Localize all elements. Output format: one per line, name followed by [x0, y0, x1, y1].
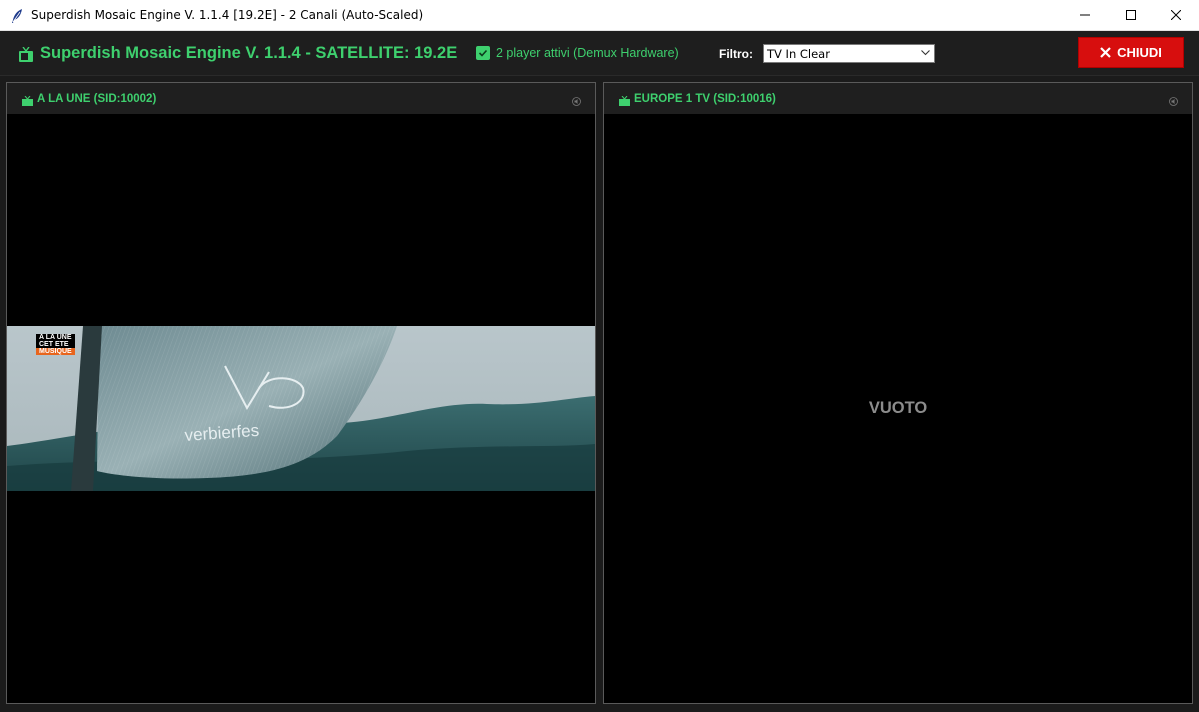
close-icon	[1100, 47, 1111, 58]
audio-icon[interactable]	[572, 97, 581, 106]
channel-title: A LA UNE (SID:10002)	[37, 93, 157, 105]
channel-header: A LA UNE (SID:10002)	[7, 83, 595, 114]
overlay-line-1: A LA UNE	[36, 334, 75, 341]
filter-label: Filtro:	[719, 47, 753, 61]
app-title: Superdish Mosaic Engine V. 1.1.4 - SATEL…	[40, 44, 458, 62]
players-label: 2 player attivi (Demux Hardware)	[496, 46, 679, 60]
window-title-bar[interactable]: Superdish Mosaic Engine V. 1.1.4 [19.2E]…	[0, 0, 1199, 31]
window-title: Superdish Mosaic Engine V. 1.1.4 [19.2E]…	[31, 8, 424, 22]
minimize-button[interactable]	[1062, 0, 1108, 30]
video-frame[interactable]: verbierfes A LA UNE CET ETE MUSIQUE	[7, 326, 595, 491]
close-icon	[1171, 10, 1181, 20]
close-app-button[interactable]: CHIUDI	[1078, 37, 1184, 68]
close-app-label: CHIUDI	[1117, 45, 1162, 60]
maximize-icon	[1126, 10, 1136, 20]
audio-icon[interactable]	[1169, 97, 1178, 106]
chevron-down-icon	[921, 50, 930, 56]
feather-icon	[12, 9, 22, 23]
checkmark-icon	[478, 49, 488, 57]
filter-select[interactable]: TV In Clear	[763, 44, 935, 63]
filter-selected-value: TV In Clear	[767, 47, 830, 61]
app-header: Superdish Mosaic Engine V. 1.1.4 - SATEL…	[0, 31, 1199, 76]
maximize-button[interactable]	[1108, 0, 1154, 30]
empty-channel-label: VUOTO	[868, 399, 928, 417]
channel-logo-overlay: A LA UNE CET ETE MUSIQUE	[36, 334, 75, 355]
channel-header: EUROPE 1 TV (SID:10016)	[604, 83, 1192, 114]
video-image: verbierfes	[7, 326, 595, 491]
overlay-line-3: MUSIQUE	[36, 348, 75, 355]
minimize-icon	[1080, 14, 1090, 16]
channel-title: EUROPE 1 TV (SID:10016)	[634, 93, 776, 105]
tv-icon	[619, 96, 630, 106]
window-close-button[interactable]	[1153, 0, 1199, 30]
channel-panel-2[interactable]: EUROPE 1 TV (SID:10016) VUOTO	[603, 82, 1193, 704]
players-checkbox[interactable]	[476, 46, 490, 60]
tv-icon	[22, 96, 33, 106]
overlay-line-2: CET ETE	[36, 341, 75, 348]
channel-panel-1[interactable]: A LA UNE (SID:10002) verbierfes A LA UNE…	[6, 82, 596, 704]
app-window: Superdish Mosaic Engine V. 1.1.4 [19.2E]…	[0, 0, 1199, 712]
tv-icon	[19, 47, 33, 62]
